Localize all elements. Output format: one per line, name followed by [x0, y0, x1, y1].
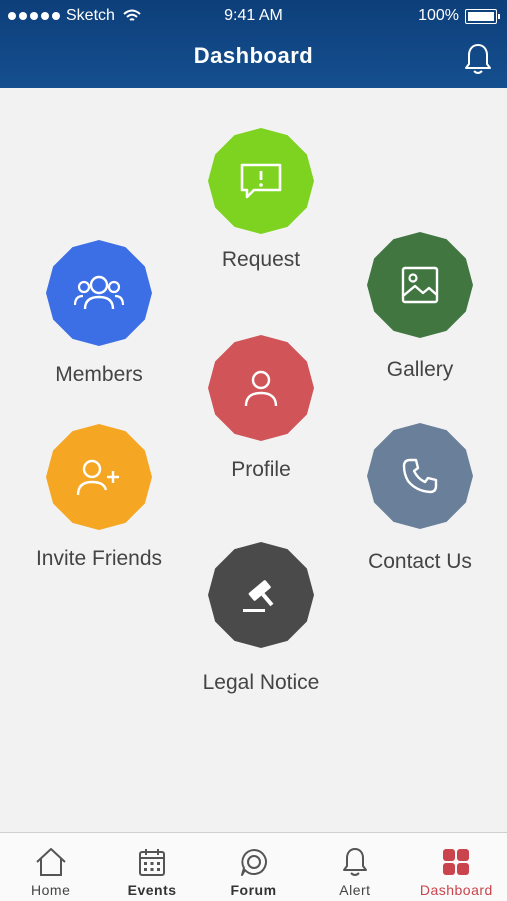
grid-icon: [443, 849, 470, 875]
phone-icon: [402, 458, 438, 494]
contact-us-tile[interactable]: Contact Us: [330, 423, 507, 573]
profile-label: Profile: [231, 458, 291, 481]
calendar-icon: [139, 849, 166, 876]
gallery-button[interactable]: [367, 232, 473, 338]
contact-us-label: Contact Us: [368, 550, 472, 573]
contact-us-button[interactable]: [367, 423, 473, 529]
profile-button[interactable]: [208, 335, 314, 441]
tab-alert[interactable]: Alert: [304, 833, 405, 901]
invite-friends-label: Invite Friends: [35, 547, 163, 570]
legal-notice-tile[interactable]: Legal Notice: [171, 542, 351, 694]
user-icon: [244, 370, 278, 407]
gallery-tile[interactable]: Gallery: [330, 232, 507, 382]
app-header: Sketch 9:41 AM 100% Dashboard: [0, 0, 507, 88]
tab-home-label: Home: [31, 882, 71, 898]
bottom-tab-bar: Home Events Forum Alert Dashboard: [0, 832, 507, 901]
legal-notice-label: Legal Notice: [202, 671, 320, 694]
bell-icon: [465, 44, 491, 74]
battery-percent: 100%: [418, 7, 459, 24]
gavel-icon: [243, 580, 274, 612]
tab-alert-label: Alert: [339, 882, 371, 898]
tab-dashboard-label: Dashboard: [419, 882, 493, 898]
tab-forum-label: Forum: [230, 882, 277, 898]
status-bar: Sketch 9:41 AM 100%: [0, 0, 507, 32]
tab-home[interactable]: Home: [0, 833, 101, 901]
members-tile[interactable]: Members: [9, 240, 189, 390]
legal-notice-button[interactable]: [208, 542, 314, 648]
image-icon: [401, 266, 439, 304]
group-icon: [73, 275, 125, 310]
invite-friends-tile[interactable]: Invite Friends: [9, 424, 189, 574]
request-label: Request: [221, 248, 301, 271]
chat-icon: [240, 849, 267, 876]
members-button[interactable]: [46, 240, 152, 346]
request-tile[interactable]: Request: [171, 128, 351, 278]
tab-events[interactable]: Events: [101, 833, 202, 901]
request-button[interactable]: [208, 128, 314, 234]
invite-friends-button[interactable]: [46, 424, 152, 530]
battery-icon: [465, 8, 500, 24]
tab-forum[interactable]: Forum: [203, 833, 304, 901]
report-message-icon: [240, 163, 282, 199]
add-user-icon: [76, 459, 119, 496]
home-icon: [36, 848, 66, 876]
gallery-label: Gallery: [386, 358, 454, 381]
page-title: Dashboard: [193, 43, 314, 68]
profile-tile[interactable]: Profile: [171, 335, 351, 485]
notifications-button[interactable]: [463, 42, 493, 76]
tab-dashboard[interactable]: Dashboard: [406, 833, 507, 901]
battery-indicator: 100%: [418, 7, 500, 25]
tab-events-label: Events: [127, 882, 177, 898]
members-label: Members: [55, 363, 143, 386]
bell-icon: [342, 848, 367, 876]
